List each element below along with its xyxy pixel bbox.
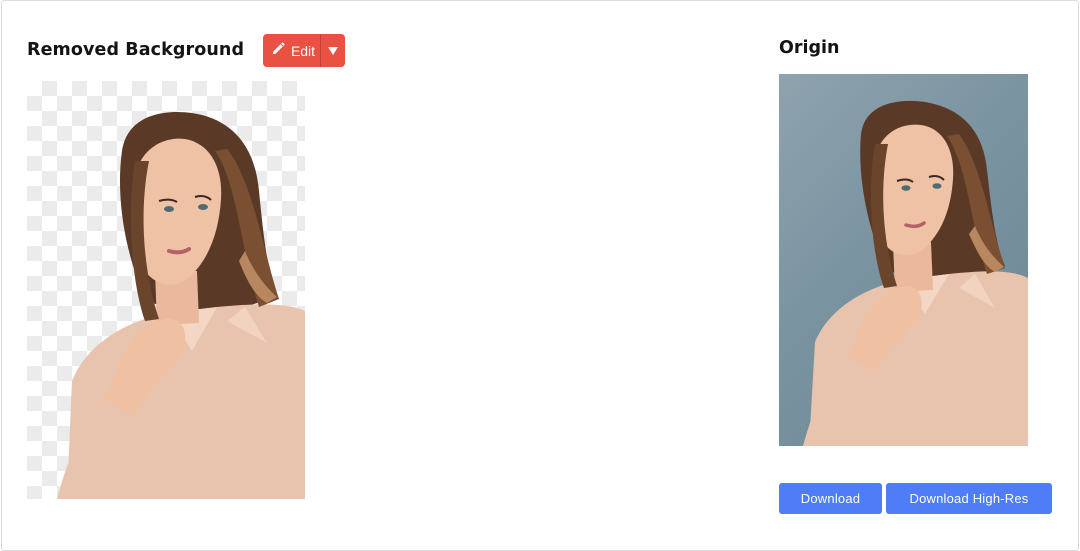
origin-title: Origin (779, 38, 840, 58)
portrait-original (803, 100, 1028, 446)
download-high-res-button[interactable]: Download High-Res (886, 483, 1052, 514)
edit-button-label: Edit (290, 42, 316, 59)
edit-button-group: Edit (263, 34, 345, 67)
edit-button[interactable]: Edit (263, 34, 320, 67)
removed-background-image (27, 81, 305, 499)
result-title: Removed Background (27, 40, 245, 60)
portrait-cutout (57, 111, 305, 499)
result-card: Removed Background Edit Origin Download … (1, 0, 1079, 551)
caret-down-icon (328, 42, 338, 60)
edit-dropdown-button[interactable] (321, 34, 345, 67)
download-button[interactable]: Download (779, 483, 882, 514)
pencil-icon (271, 42, 285, 59)
origin-image (779, 74, 1028, 446)
